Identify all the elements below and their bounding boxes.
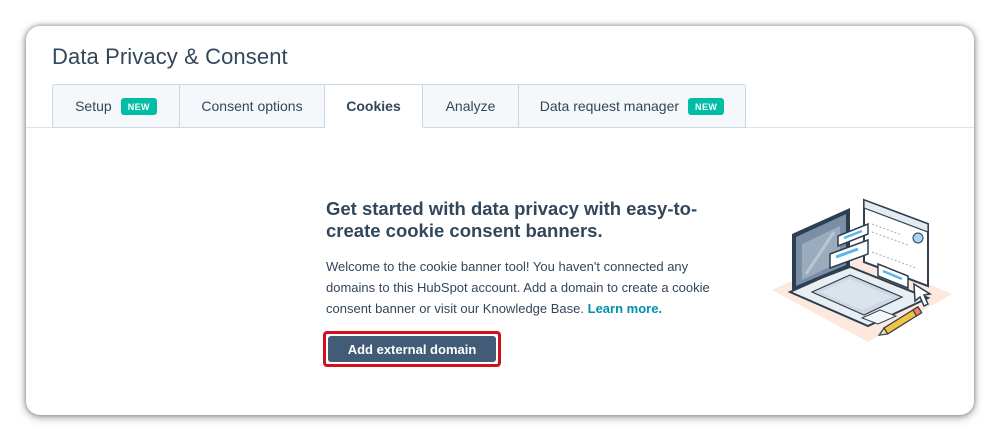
tab-cookies[interactable]: Cookies [325, 84, 423, 128]
tab-label: Analyze [445, 98, 496, 114]
tab-analyze[interactable]: Analyze [423, 84, 519, 128]
add-external-domain-button[interactable]: Add external domain [328, 336, 496, 362]
app-window: Data Privacy & Consent Setup NEW Consent… [26, 26, 974, 415]
tab-setup[interactable]: Setup NEW [52, 84, 180, 128]
tab-data-request-manager[interactable]: Data request manager NEW [519, 84, 746, 128]
empty-state-description: Welcome to the cookie banner tool! You h… [326, 256, 738, 319]
learn-more-link[interactable]: Learn more. [588, 301, 662, 316]
tab-bar: Setup NEW Consent options Cookies Analyz… [52, 84, 746, 128]
laptop-cookie-banner-illustration-icon [772, 198, 952, 342]
tab-label: Consent options [201, 98, 303, 114]
new-badge: NEW [120, 97, 157, 115]
tab-label: Cookies [346, 98, 401, 114]
tab-consent-options[interactable]: Consent options [180, 84, 325, 128]
new-badge: NEW [688, 97, 725, 115]
page-title: Data Privacy & Consent [52, 44, 288, 69]
tab-label: Setup [75, 98, 112, 114]
tab-label: Data request manager [539, 98, 680, 114]
empty-state-heading: Get started with data privacy with easy-… [326, 198, 698, 241]
